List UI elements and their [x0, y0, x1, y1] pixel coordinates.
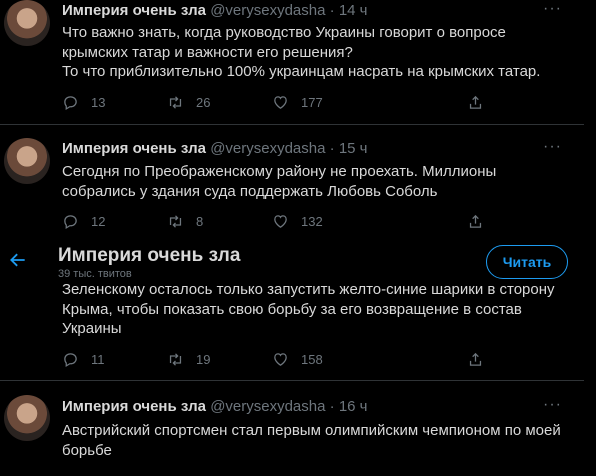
retweet-count: 26	[196, 95, 211, 110]
retweet-count: 8	[196, 214, 204, 229]
tweet-time[interactable]: 14 ч	[339, 2, 368, 19]
scrollbar[interactable]	[584, 0, 596, 476]
tweet-line: крымских татар и важности его решения?	[62, 43, 353, 61]
retweet-icon	[169, 215, 182, 228]
retweet-icon	[169, 353, 182, 366]
share-icon	[469, 352, 482, 366]
tweet-header: Империя очень зла @verysexydasha · 14 ч	[62, 2, 368, 19]
share-button[interactable]	[467, 94, 496, 111]
tweet-time[interactable]: 16 ч	[339, 398, 368, 415]
profile-title: Империя очень зла	[58, 245, 241, 266]
avatar[interactable]	[4, 395, 50, 441]
like-button[interactable]: 132	[272, 213, 323, 230]
author-handle[interactable]: @verysexydasha	[210, 398, 325, 415]
like-count: 132	[301, 214, 323, 229]
like-count: 177	[301, 95, 323, 110]
tweet-line: Крыма, чтобы показать свою борьбу за его…	[62, 300, 522, 318]
tweet-header: Империя очень зла @verysexydasha · 15 ч	[62, 140, 368, 157]
tweet-time[interactable]: 15 ч	[339, 140, 368, 157]
back-arrow-icon[interactable]	[8, 250, 28, 270]
reply-button[interactable]: 12	[62, 213, 105, 230]
tweet-text: Сегодня по Преображенскому району не про…	[62, 162, 562, 201]
heart-icon	[274, 215, 287, 228]
reply-count: 11	[91, 352, 105, 367]
like-button[interactable]: 177	[272, 94, 323, 111]
more-icon[interactable]: ···	[543, 138, 562, 156]
tweet-count: 39 тыс. твитов	[58, 268, 132, 280]
tweet-text: Зеленскому осталось только запустить жел…	[62, 280, 562, 339]
tweet-line: Что важно знать, когда руководство Украи…	[62, 24, 506, 41]
reply-button[interactable]: 13	[62, 94, 105, 111]
profile-header-bar: Империя очень зла 39 тыс. твитов Читать	[0, 236, 584, 284]
reply-icon	[64, 353, 77, 368]
share-icon	[469, 95, 482, 109]
tweet-header: Империя очень зла @verysexydasha · 16 ч	[62, 398, 368, 415]
reply-icon	[64, 96, 77, 111]
retweet-icon	[169, 96, 182, 109]
tweet-line: борьбе	[62, 441, 112, 459]
share-button[interactable]	[467, 351, 496, 368]
share-button[interactable]	[467, 213, 496, 230]
more-icon[interactable]: ···	[543, 0, 562, 18]
tweet[interactable]: Империя очень зла @verysexydasha · 14 ч …	[0, 0, 584, 124]
like-count: 158	[301, 352, 323, 367]
tweet-line: Сегодня по Преображенскому району не про…	[62, 163, 497, 180]
tweet-actions: 12 8 132	[62, 213, 492, 233]
heart-icon	[274, 96, 287, 109]
tweet-actions: 13 26 177	[62, 94, 492, 114]
author-name[interactable]: Империя очень зла	[62, 2, 206, 19]
reply-button[interactable]: 11	[62, 351, 105, 368]
follow-button[interactable]: Читать	[486, 245, 568, 279]
tweet-text: Австрийский спортсмен стал первым олимпи…	[62, 421, 562, 460]
retweet-button[interactable]: 26	[167, 94, 210, 111]
tweet-line: То что приблизительно 100% украинцам нас…	[62, 63, 541, 80]
heart-icon	[274, 353, 287, 366]
retweet-count: 19	[196, 352, 211, 367]
tweet-line: собрались у здания суда поддержать Любов…	[62, 182, 438, 200]
tweet-line: Австрийский спортсмен стал первым олимпи…	[62, 422, 561, 439]
retweet-button[interactable]: 19	[167, 351, 210, 368]
avatar[interactable]	[4, 0, 50, 46]
tweet[interactable]: Империя очень зла @verysexydasha · 15 ч …	[0, 125, 584, 236]
reply-icon	[64, 215, 77, 230]
tweet-line: Украины	[62, 320, 122, 337]
author-name[interactable]: Империя очень зла	[62, 140, 206, 157]
author-handle[interactable]: @verysexydasha	[210, 2, 325, 19]
share-icon	[469, 214, 482, 228]
reply-count: 12	[91, 214, 106, 229]
tweet-actions: 11 19 158	[62, 351, 492, 371]
author-name[interactable]: Империя очень зла	[62, 398, 206, 415]
tweet[interactable]: Империя очень зла @verysexydasha · 16 ч …	[0, 381, 584, 476]
like-button[interactable]: 158	[272, 351, 323, 368]
retweet-button[interactable]: 8	[167, 213, 203, 230]
tweet-text: Что важно знать, когда руководство Украи…	[62, 23, 562, 82]
avatar[interactable]	[4, 138, 50, 184]
more-icon[interactable]: ···	[543, 396, 562, 414]
reply-count: 13	[91, 95, 106, 110]
author-handle[interactable]: @verysexydasha	[210, 140, 325, 157]
